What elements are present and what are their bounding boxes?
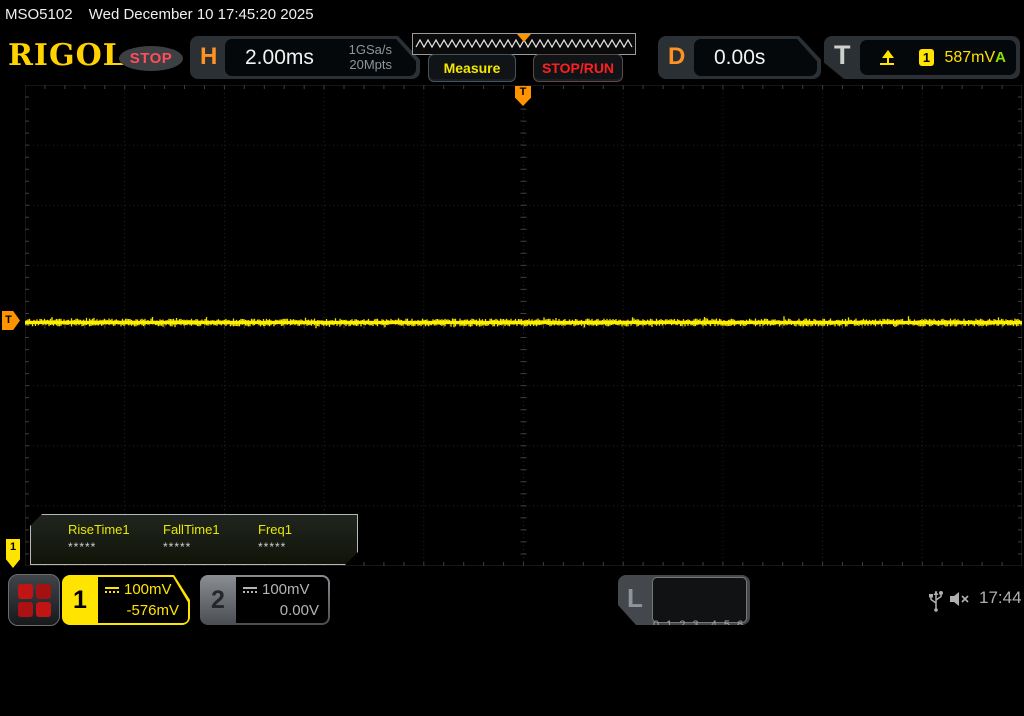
channel1-panel[interactable]: 1 100mV -576mV [62,575,190,625]
channel1-offset-marker[interactable]: 1 [6,539,20,568]
horizontal-panel[interactable]: H 2.00ms 1GSa/s 20Mpts [190,36,420,79]
trigger-label: T [834,40,851,70]
logic-row1: 0 1 2 3 4 5 6 7 [653,619,759,631]
channel2-readout: 100mV 0.00V [236,577,328,623]
stop-run-button[interactable]: STOP/RUN [533,54,623,82]
channel1-scale: 100mV [124,581,172,598]
measurement-panel[interactable]: RiseTime1 ***** FallTime1 ***** Freq1 **… [30,514,358,565]
delay-value: 0.00s [714,45,766,69]
acquisition-info: 1GSa/s 20Mpts [349,43,392,73]
channel1-offset: -576mV [126,602,179,619]
dc-coupling-icon [105,587,119,593]
grid-icon [36,602,51,617]
measurement-label: RiseTime1 [68,522,130,537]
measurement-item[interactable]: RiseTime1 ***** [68,515,163,564]
quick-menu-button[interactable] [8,574,60,626]
delay-readout: 0.00s [694,39,817,76]
measurement-value: ***** [258,540,287,554]
channel2-scale: 100mV [262,581,310,598]
measurement-item[interactable]: Freq1 ***** [258,515,353,564]
datetime: Wed December 10 17:45:20 2025 [88,6,314,23]
waveform-memory-bar [412,33,636,55]
timebase-value: 2.00ms [245,45,314,69]
channel1-number: 1 [73,586,87,614]
model-name: MSO5102 [5,6,73,23]
trigger-mode: A [995,49,1006,66]
dc-coupling-icon [243,586,257,593]
status-bar: MSO5102 Wed December 10 17:45:20 2025 [0,0,1024,30]
channel2-number: 2 [211,586,225,614]
trigger-readout: 1 587mV A [860,40,1016,75]
delay-panel[interactable]: D 0.00s [658,36,821,79]
measurement-label: FallTime1 [163,522,220,537]
logic-row2: 8 9 10 11 12 13 14 15 [654,669,745,680]
logic-channels-panel[interactable]: L 0 1 2 3 4 5 6 7 8 9 10 11 12 13 14 15 [618,575,750,625]
delay-label: D [668,43,686,70]
sample-rate: 1GSa/s [348,41,392,57]
channel2-offset: 0.00V [279,602,319,619]
graticule-area[interactable] [24,84,1023,567]
rigol-logo: RIGOL [8,38,125,73]
horizontal-readout: 2.00ms 1GSa/s 20Mpts [225,39,416,76]
speaker-muted-icon [950,592,969,606]
logic-channel-list: 0 1 2 3 4 5 6 7 8 9 10 11 12 13 14 15 [652,577,747,625]
measurement-item[interactable]: FallTime1 ***** [163,515,258,564]
memory-depth: 20Mpts [349,56,392,72]
edge-trigger-icon [880,49,894,65]
grid-icon [36,584,51,599]
run-state-badge: STOP [119,46,183,71]
channel1-readout: 100mV -576mV [98,577,188,623]
trigger-level-value: 587mV [944,48,996,66]
trigger-level-marker[interactable]: T [2,311,20,330]
measurement-value: ***** [163,540,192,554]
memory-trigger-position-icon [517,34,531,42]
trigger-panel[interactable]: T 1 587mV A [824,36,1020,79]
usb-icon [929,591,943,612]
measurement-label: Freq1 [258,522,292,537]
measurement-value: ***** [68,540,97,554]
waveform-display [24,84,1023,567]
trigger-source-badge: 1 [918,49,935,66]
measure-button[interactable]: Measure [428,54,516,82]
grid-icon [18,602,33,617]
logic-label: L [627,583,643,613]
channel2-panel[interactable]: 2 100mV 0.00V [200,575,330,625]
grid-icon [18,584,33,599]
horizontal-label: H [200,43,218,70]
clock: 17:44 [979,588,1022,607]
